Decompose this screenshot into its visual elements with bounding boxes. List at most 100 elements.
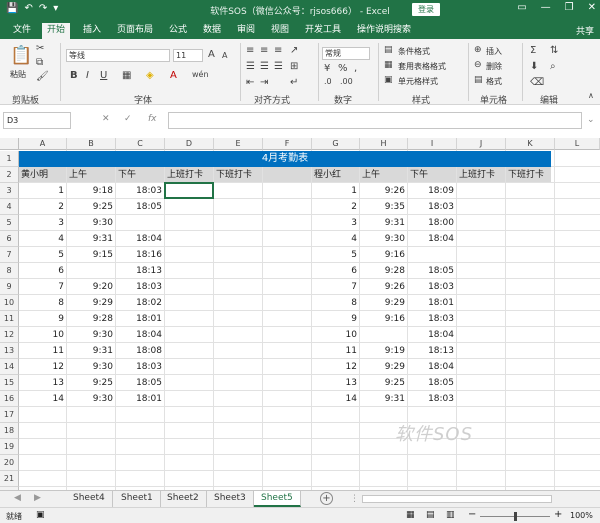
table-cell[interactable]: 18:05 bbox=[116, 199, 165, 215]
prev-sheet-icon[interactable]: ◀ bbox=[14, 493, 21, 503]
sort-filter-icon[interactable]: ⇅ bbox=[550, 45, 558, 56]
format-cells-icon[interactable]: ▤ bbox=[474, 75, 483, 85]
table-cell[interactable]: 4 bbox=[312, 231, 360, 247]
column-header-b[interactable]: B bbox=[67, 138, 116, 150]
row-header-1[interactable]: 1 bbox=[0, 151, 19, 167]
table-cell[interactable]: 18:03 bbox=[408, 391, 457, 407]
table-cell[interactable]: 18:05 bbox=[408, 263, 457, 279]
table-cell[interactable]: 1 bbox=[312, 183, 360, 199]
header-cell[interactable]: 下班打卡 bbox=[506, 167, 555, 183]
table-cell[interactable]: 8 bbox=[19, 295, 67, 311]
sheet-tab-sheet5[interactable]: Sheet5 bbox=[254, 491, 301, 507]
tab-page-layout[interactable]: 页面布局 bbox=[112, 23, 158, 39]
table-cell[interactable]: 12 bbox=[19, 359, 67, 375]
number-format-select[interactable]: 常规 bbox=[322, 47, 370, 60]
align-middle-icon[interactable]: ≡ bbox=[260, 45, 268, 56]
sheet-tab-sheet1[interactable]: Sheet1 bbox=[114, 491, 161, 507]
close-icon[interactable]: ✕ bbox=[588, 2, 596, 13]
table-cell[interactable]: 3 bbox=[312, 215, 360, 231]
table-cell[interactable] bbox=[67, 263, 116, 279]
table-cell[interactable]: 18:03 bbox=[408, 311, 457, 327]
table-cell[interactable]: 18:04 bbox=[116, 327, 165, 343]
table-cell[interactable]: 9:19 bbox=[360, 343, 408, 359]
conditional-format-button[interactable]: 条件格式 bbox=[398, 46, 430, 57]
tab-data[interactable]: 数据 bbox=[198, 23, 226, 39]
table-cell[interactable]: 18:03 bbox=[116, 183, 165, 199]
table-cell[interactable]: 1 bbox=[19, 183, 67, 199]
page-layout-view-icon[interactable]: ▤ bbox=[426, 510, 435, 520]
header-cell[interactable]: 上班打卡 bbox=[457, 167, 506, 183]
macro-record-icon[interactable]: ▣ bbox=[36, 510, 45, 520]
table-format-button[interactable]: 套用表格格式 bbox=[398, 61, 446, 72]
format-cells-button[interactable]: 格式 bbox=[486, 76, 502, 87]
table-cell[interactable]: 5 bbox=[19, 247, 67, 263]
table-cell[interactable]: 13 bbox=[19, 375, 67, 391]
align-right-icon[interactable]: ☰ bbox=[274, 61, 283, 72]
table-cell[interactable]: 9:30 bbox=[67, 391, 116, 407]
tab-home[interactable]: 开始 bbox=[42, 23, 71, 39]
copy-icon[interactable]: ⧉ bbox=[36, 57, 43, 68]
tab-split-handle[interactable]: ⋮ bbox=[350, 494, 359, 504]
tab-view[interactable]: 视图 bbox=[266, 23, 294, 39]
collapse-ribbon-icon[interactable]: ∧ bbox=[588, 91, 594, 100]
column-header-e[interactable]: E bbox=[214, 138, 263, 150]
table-cell[interactable]: 18:03 bbox=[116, 359, 165, 375]
row-header-10[interactable]: 10 bbox=[0, 295, 19, 311]
format-painter-icon[interactable]: 🖌 bbox=[36, 71, 49, 82]
header-cell[interactable]: 程小红 bbox=[312, 167, 360, 183]
cut-icon[interactable]: ✂ bbox=[36, 43, 44, 54]
tab-review[interactable]: 审阅 bbox=[232, 23, 260, 39]
paste-button[interactable]: 粘贴 bbox=[10, 69, 26, 80]
table-cell[interactable] bbox=[408, 247, 457, 263]
table-cell[interactable]: 9:15 bbox=[67, 247, 116, 263]
sheet-tab-sheet2[interactable]: Sheet2 bbox=[160, 491, 207, 507]
table-cell[interactable]: 14 bbox=[312, 391, 360, 407]
table-cell[interactable]: 9:16 bbox=[360, 247, 408, 263]
table-cell[interactable]: 7 bbox=[19, 279, 67, 295]
orientation-icon[interactable]: ↗ bbox=[290, 45, 298, 56]
add-sheet-icon[interactable]: + bbox=[320, 492, 333, 505]
tab-developer[interactable]: 开发工具 bbox=[300, 23, 346, 39]
header-cell[interactable]: 下午 bbox=[408, 167, 457, 183]
column-header-f[interactable]: F bbox=[263, 138, 312, 150]
table-cell[interactable]: 8 bbox=[312, 295, 360, 311]
table-cell[interactable]: 11 bbox=[19, 343, 67, 359]
find-select-icon[interactable]: ⌕ bbox=[550, 61, 556, 72]
row-header-18[interactable]: 18 bbox=[0, 423, 19, 439]
fill-color-icon[interactable]: ◈ bbox=[146, 70, 154, 81]
restore-icon[interactable]: ❐ bbox=[565, 2, 574, 13]
delete-cells-button[interactable]: 删除 bbox=[486, 61, 502, 72]
paste-icon[interactable]: 📋 bbox=[10, 45, 32, 66]
table-cell[interactable]: 9:25 bbox=[67, 375, 116, 391]
formula-input[interactable] bbox=[168, 112, 582, 129]
row-header-3[interactable]: 3 bbox=[0, 183, 19, 199]
table-cell[interactable]: 18:01 bbox=[116, 391, 165, 407]
header-cell[interactable] bbox=[263, 167, 312, 183]
table-cell[interactable]: 18:04 bbox=[408, 359, 457, 375]
table-cell[interactable]: 9:31 bbox=[67, 343, 116, 359]
font-name-select[interactable]: 等线 bbox=[66, 49, 170, 62]
row-header-17[interactable]: 17 bbox=[0, 407, 19, 423]
align-top-icon[interactable]: ≡ bbox=[246, 45, 254, 56]
row-header-9[interactable]: 9 bbox=[0, 279, 19, 295]
table-cell[interactable]: 9:18 bbox=[67, 183, 116, 199]
table-cell[interactable]: 11 bbox=[312, 343, 360, 359]
tell-me-search[interactable]: 操作说明搜索 bbox=[352, 23, 416, 39]
select-all-corner[interactable] bbox=[0, 138, 19, 150]
clear-icon[interactable]: ⌫ bbox=[530, 77, 544, 88]
insert-function-icon[interactable]: fx bbox=[148, 114, 157, 124]
align-center-icon[interactable]: ☰ bbox=[260, 61, 269, 72]
column-header-l[interactable]: L bbox=[555, 138, 600, 150]
table-cell[interactable]: 18:03 bbox=[116, 279, 165, 295]
percent-icon[interactable]: % bbox=[338, 63, 348, 74]
table-cell[interactable]: 10 bbox=[19, 327, 67, 343]
autosum-icon[interactable]: Σ bbox=[530, 45, 536, 56]
header-cell[interactable]: 黄小明 bbox=[19, 167, 67, 183]
cancel-icon[interactable]: ✕ bbox=[102, 114, 110, 124]
bold-icon[interactable]: B bbox=[70, 70, 78, 81]
table-cell[interactable]: 10 bbox=[312, 327, 360, 343]
header-cell[interactable]: 上午 bbox=[67, 167, 116, 183]
table-cell[interactable]: 18:04 bbox=[408, 231, 457, 247]
table-cell[interactable]: 9:29 bbox=[360, 295, 408, 311]
row-header-12[interactable]: 12 bbox=[0, 327, 19, 343]
